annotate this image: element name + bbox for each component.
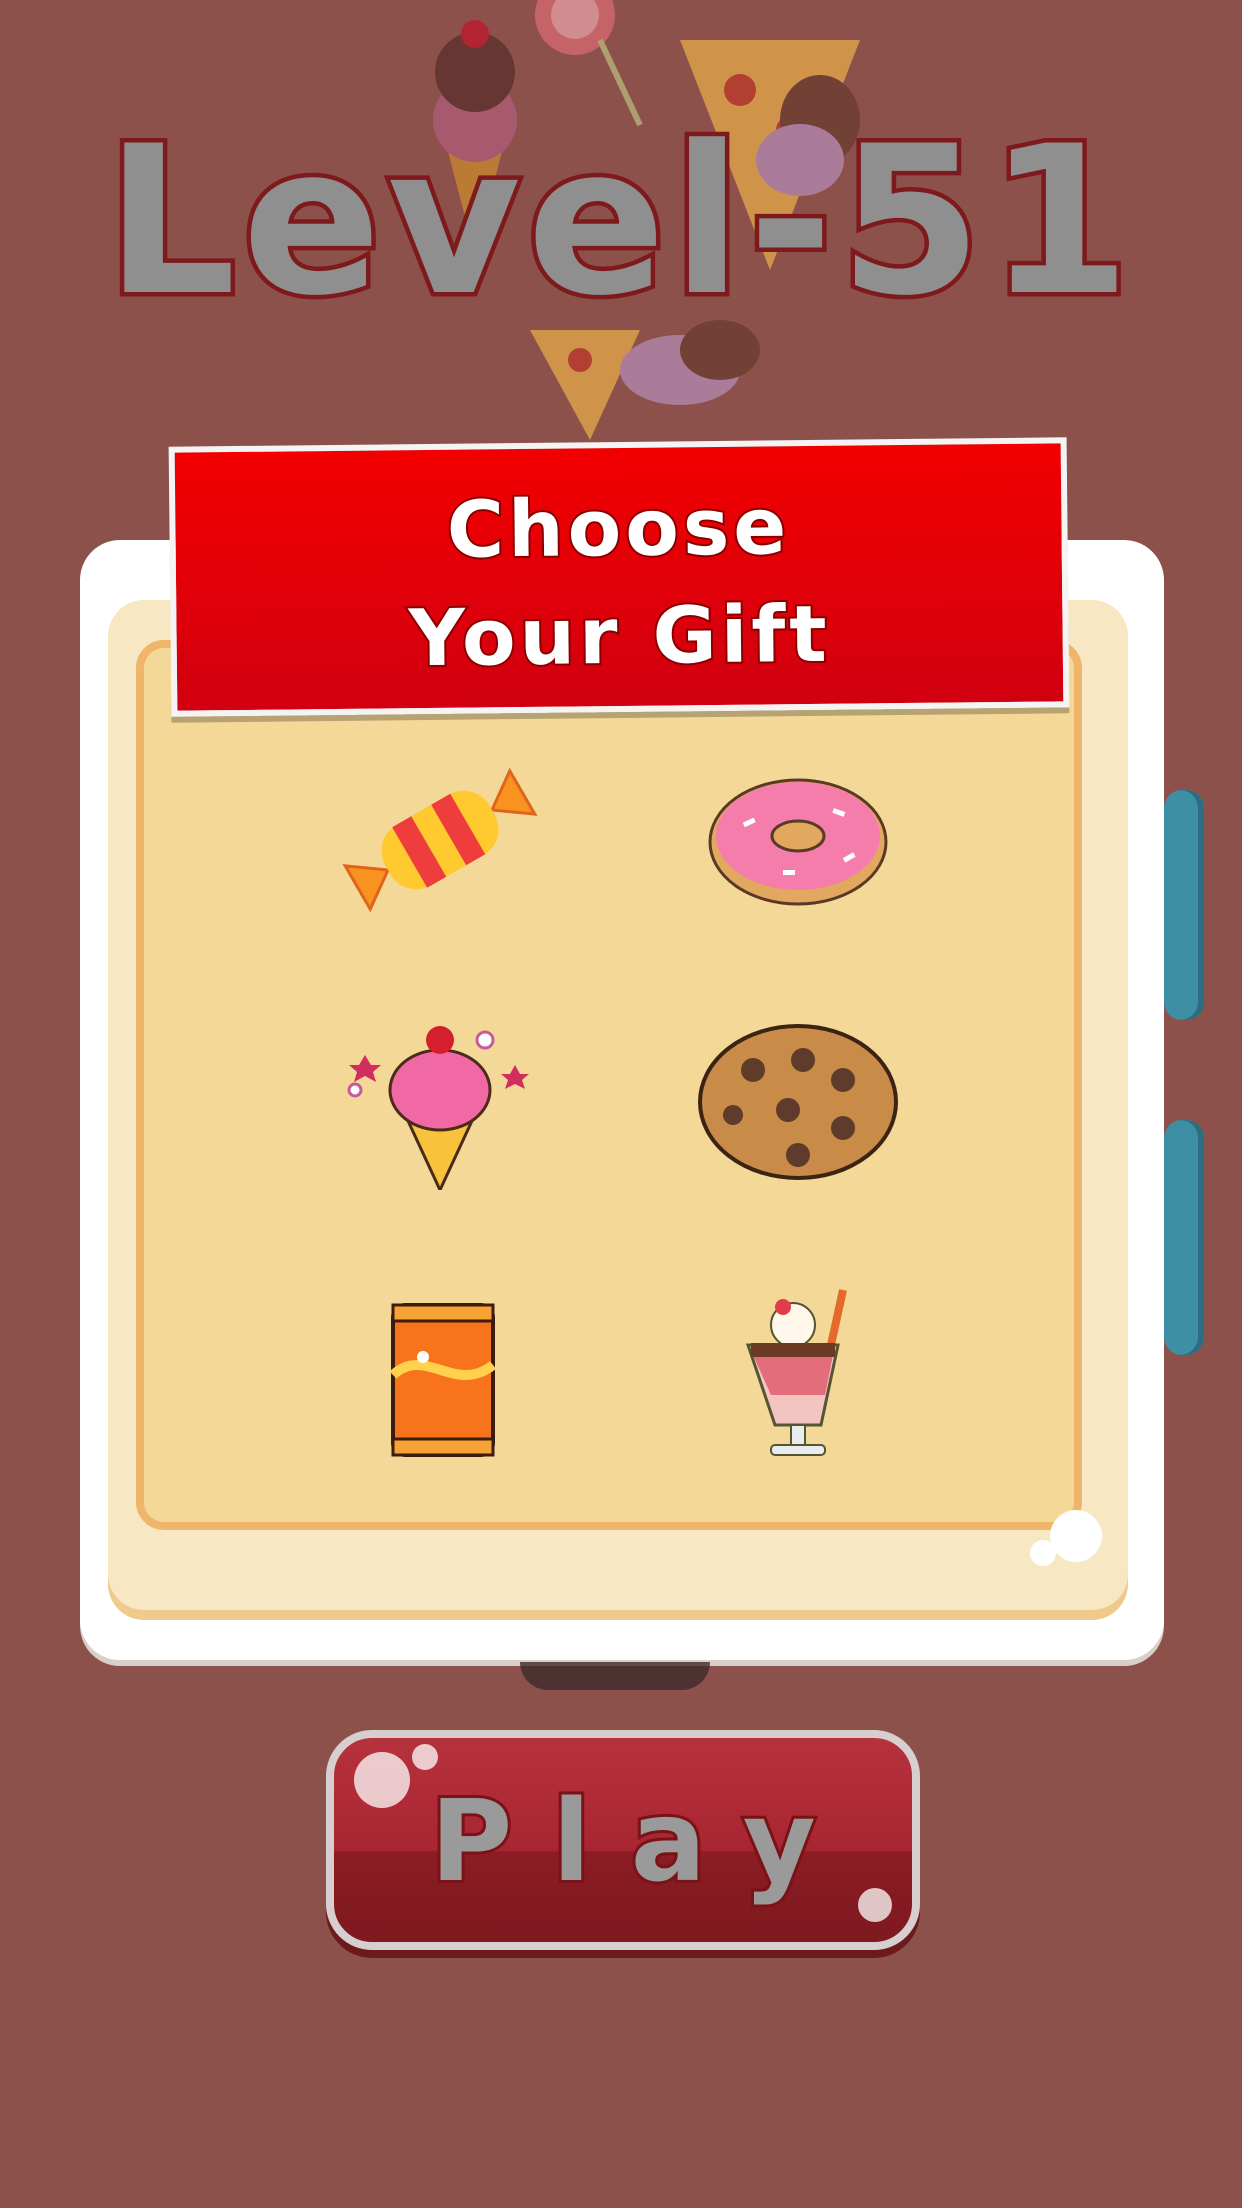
side-tab-bottom[interactable] [1164,1120,1204,1355]
character-feet [520,1662,710,1690]
gift-title-ribbon: Choose Your Gift [168,437,1070,717]
gift-title-line2: Your Gift [406,588,833,686]
gift-grid-panel [136,640,1082,1530]
cookie-icon[interactable] [693,1010,903,1190]
play-label: Play [427,1777,856,1907]
ice-cream-icon[interactable] [335,1010,545,1190]
soda-can-icon[interactable] [335,1285,545,1465]
candy-icon[interactable] [335,750,545,930]
side-tab-top[interactable] [1164,790,1204,1020]
card-gloss-bottom-small [1030,1540,1056,1566]
card-gloss-bottom [1050,1510,1102,1562]
donut-icon[interactable] [693,750,903,930]
gift-title-line1: Choose [444,480,792,578]
level-title: Level-51 [101,103,1137,341]
milkshake-icon[interactable] [693,1285,903,1465]
play-gloss-small [412,1744,438,1770]
play-button[interactable]: Play [326,1730,920,1950]
